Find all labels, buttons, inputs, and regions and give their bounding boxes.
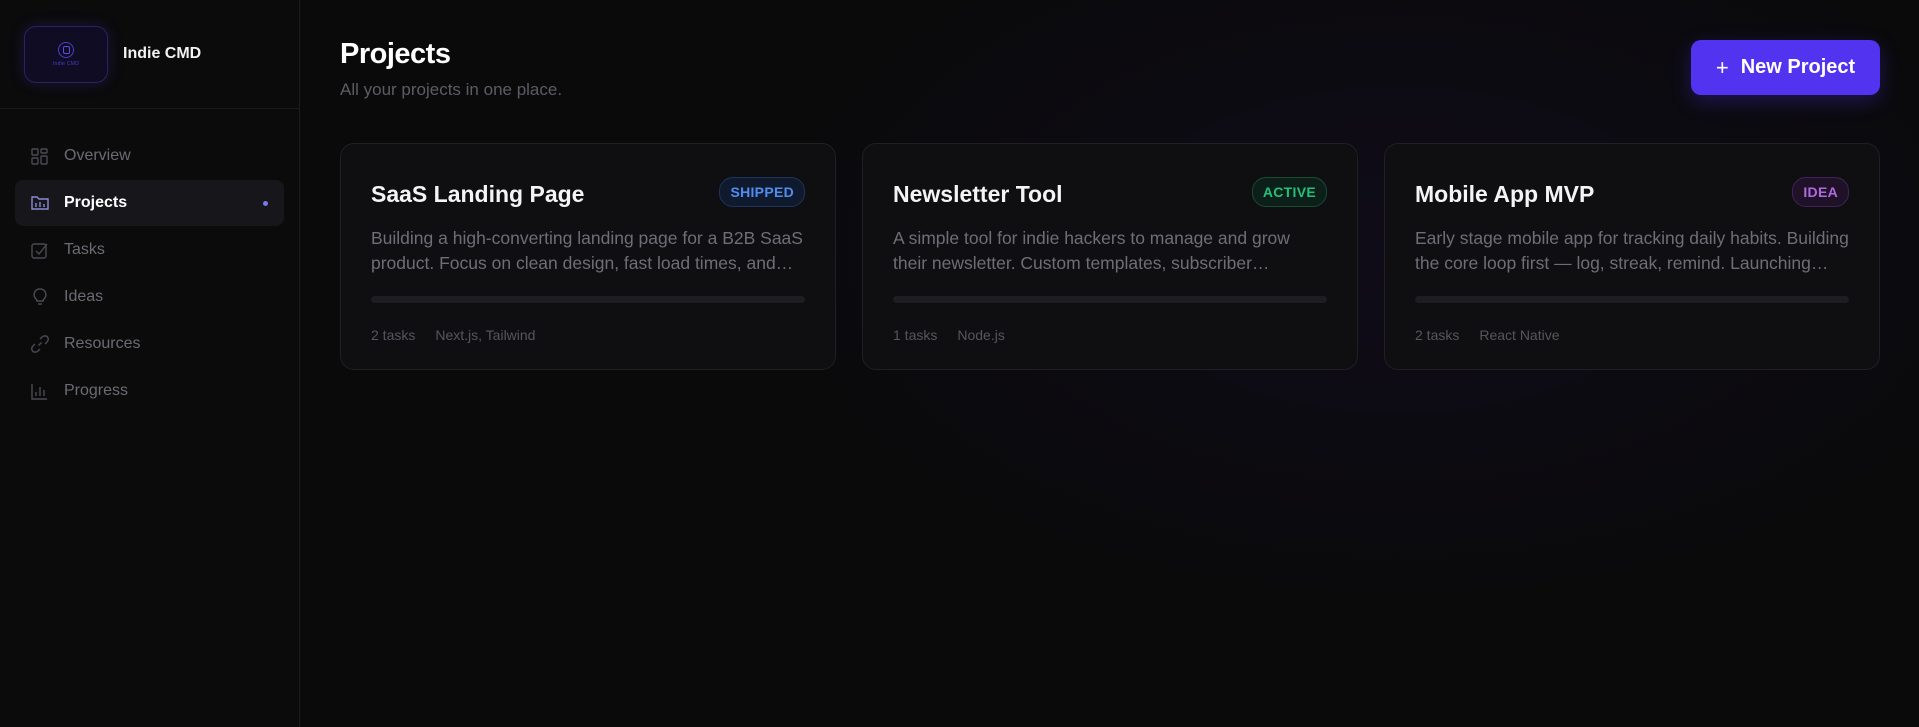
project-title: Newsletter Tool: [893, 181, 1063, 207]
project-meta: 2 tasks Next.js, Tailwind: [371, 327, 805, 343]
project-meta: 2 tasks React Native: [1415, 327, 1849, 343]
new-project-button-label: New Project: [1740, 56, 1856, 78]
progress-bar: [1415, 296, 1849, 303]
sidebar-item-overview[interactable]: Overview: [15, 133, 284, 179]
link-icon: [30, 335, 49, 354]
page-heading-group: Projects All your projects in one place.: [340, 38, 562, 100]
project-description: Early stage mobile app for tracking dail…: [1415, 228, 1849, 273]
sidebar-item-resources[interactable]: Resources: [15, 321, 284, 367]
folder-icon: [30, 194, 49, 213]
sidebar-item-label: Tasks: [64, 241, 105, 258]
tech-stack: React Native: [1479, 327, 1560, 343]
project-description: A simple tool for indie hackers to manag…: [893, 228, 1290, 273]
project-meta: 1 tasks Node.js: [893, 327, 1327, 343]
sidebar-item-label: Resources: [64, 335, 141, 352]
grid-icon: [30, 147, 49, 166]
progress-bar: [371, 296, 805, 303]
sidebar-item-ideas[interactable]: Ideas: [15, 274, 284, 320]
logo-text: Indie CMD: [52, 60, 80, 67]
new-project-button[interactable]: + New Project: [1691, 40, 1880, 95]
sidebar-item-tasks[interactable]: Tasks: [15, 227, 284, 273]
project-title: Mobile App MVP: [1415, 181, 1595, 207]
active-indicator-dot: [263, 201, 268, 206]
task-count: 2 tasks: [371, 327, 416, 343]
bar-chart-icon: [30, 382, 49, 401]
logo-icon: [58, 41, 74, 58]
card-header: SaaS Landing Page SHIPPED: [371, 177, 805, 208]
project-card[interactable]: Newsletter Tool ACTIVE A simple tool for…: [862, 143, 1358, 370]
tech-stack: Node.js: [957, 327, 1005, 343]
app-root: Indie CMD Indie CMD Overview Projects Ta…: [0, 0, 1919, 727]
app-logo[interactable]: Indie CMD: [24, 25, 108, 83]
brand-header: Indie CMD Indie CMD: [0, 0, 299, 109]
project-title: SaaS Landing Page: [371, 181, 585, 207]
page-title: Projects: [340, 38, 451, 70]
lightbulb-icon: [30, 288, 49, 307]
checkbox-icon: [30, 241, 49, 260]
sidebar-item-label: Progress: [64, 382, 129, 399]
sidebar-item-label: Overview: [64, 147, 131, 164]
project-description: Building a high-converting landing page …: [371, 228, 803, 273]
sidebar: Indie CMD Indie CMD Overview Projects Ta…: [0, 0, 300, 727]
status-badge: SHIPPED: [719, 177, 805, 207]
page-header: Projects All your projects in one place.…: [340, 38, 1880, 143]
sidebar-item-label: Projects: [64, 194, 128, 211]
project-card[interactable]: SaaS Landing Page SHIPPED Building a hig…: [340, 143, 836, 370]
card-header: Mobile App MVP IDEA: [1415, 177, 1849, 208]
card-header: Newsletter Tool ACTIVE: [893, 177, 1327, 208]
main-content: Projects All your projects in one place.…: [300, 0, 1919, 727]
sidebar-nav: Overview Projects Tasks Ideas Resources …: [0, 109, 299, 439]
sidebar-item-label: Ideas: [64, 288, 104, 305]
status-badge: ACTIVE: [1251, 177, 1327, 207]
task-count: 1 tasks: [893, 327, 938, 343]
page-subtitle: All your projects in one place.: [340, 80, 563, 99]
project-card[interactable]: Mobile App MVP IDEA Early stage mobile a…: [1384, 143, 1880, 370]
sidebar-item-progress[interactable]: Progress: [15, 368, 284, 414]
sidebar-item-projects[interactable]: Projects: [15, 180, 284, 226]
plus-icon: +: [1715, 54, 1729, 80]
status-badge: IDEA: [1792, 177, 1849, 207]
progress-bar: [893, 296, 1327, 303]
task-count: 2 tasks: [1415, 327, 1460, 343]
project-card-grid: SaaS Landing Page SHIPPED Building a hig…: [340, 143, 1880, 370]
brand-name: Indie CMD: [123, 45, 202, 62]
tech-stack: Next.js, Tailwind: [435, 327, 536, 343]
